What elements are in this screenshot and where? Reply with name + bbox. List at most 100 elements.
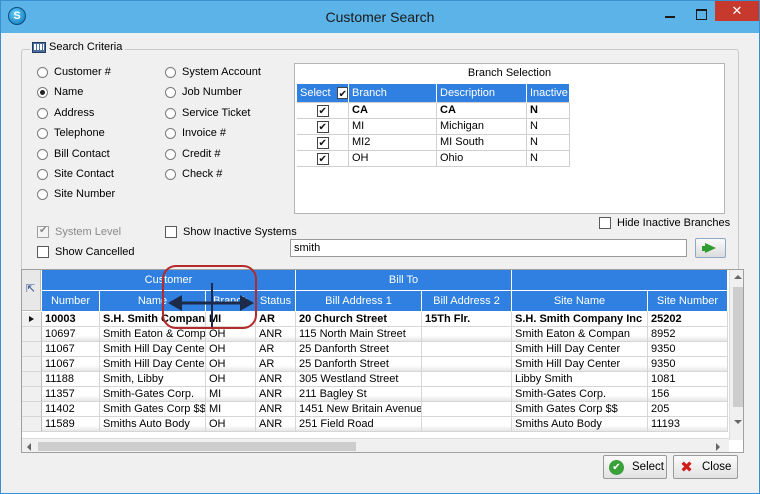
branch-checkbox[interactable] — [316, 136, 329, 150]
radio-circle[interactable] — [165, 127, 176, 139]
scroll-thumb[interactable] — [733, 287, 743, 407]
branch-select-cell[interactable] — [297, 103, 349, 119]
bill-address-1-cell: 251 Field Road — [296, 417, 422, 432]
branch-row[interactable]: MI2 MI South N — [297, 135, 570, 151]
vertical-scrollbar[interactable] — [729, 270, 743, 440]
radio-circle[interactable] — [37, 127, 48, 139]
row-header[interactable] — [22, 402, 42, 417]
horizontal-scrollbar[interactable] — [22, 438, 729, 452]
row-header[interactable] — [22, 327, 42, 342]
column-header-bill-address-2[interactable]: Bill Address 2 — [422, 291, 512, 311]
dialog-body: Search Criteria Customer # Name Address … — [9, 33, 751, 487]
scroll-down-icon[interactable] — [734, 420, 742, 424]
table-row[interactable]: 11188 Smith, Libby OH ANR 305 Westland Stree… — [22, 372, 728, 387]
radio-circle[interactable] — [37, 168, 48, 180]
branch-row[interactable]: CA CA N — [297, 103, 570, 119]
radio-site-contact[interactable]: Site Contact — [37, 167, 114, 181]
system-level-checkbox[interactable]: System Level — [37, 225, 121, 239]
select-all-checkbox[interactable] — [336, 86, 348, 102]
close-window-button[interactable]: ✕ — [715, 1, 759, 21]
column-header-branch[interactable]: Branch — [349, 84, 437, 103]
radio-circle[interactable] — [37, 107, 48, 119]
branch-row[interactable]: OH Ohio N — [297, 151, 570, 167]
branch-cell: MI — [206, 402, 256, 417]
column-header-bill-address-1[interactable]: Bill Address 1 — [296, 291, 422, 311]
row-header[interactable] — [22, 357, 42, 372]
column-header-select[interactable]: Select — [297, 84, 349, 103]
radio-name[interactable]: Name — [37, 85, 83, 99]
table-row[interactable]: 11402 Smith Gates Corp $$ MI ANR 1451 New Br… — [22, 402, 728, 417]
scroll-up-icon[interactable] — [734, 275, 742, 279]
number-cell: 10697 — [42, 327, 100, 342]
radio-customer-number[interactable]: Customer # — [37, 65, 111, 79]
branch-select-cell[interactable] — [297, 135, 349, 151]
branch-cell: OH — [206, 417, 256, 432]
radio-circle[interactable] — [165, 107, 176, 119]
radio-invoice-number[interactable]: Invoice # — [165, 126, 226, 140]
radio-system-account[interactable]: System Account — [165, 65, 261, 79]
table-row[interactable]: 11589 Smiths Auto Body OH ANR 251 Field Road… — [22, 417, 728, 432]
table-row[interactable]: 10697 Smith Eaton & Comp OH ANR 115 North Ma… — [22, 327, 728, 342]
scroll-right-icon[interactable] — [716, 443, 720, 451]
radio-service-ticket[interactable]: Service Ticket — [165, 106, 250, 120]
row-header[interactable] — [22, 417, 42, 432]
checkbox-box[interactable] — [599, 217, 611, 229]
row-header[interactable] — [22, 342, 42, 357]
radio-circle[interactable] — [37, 86, 48, 98]
minimize-button[interactable] — [655, 5, 685, 27]
column-header-number[interactable]: Number — [42, 291, 100, 311]
radio-circle[interactable] — [165, 86, 176, 98]
site-name-cell: Smith Hill Day Center — [512, 357, 648, 372]
show-inactive-systems-checkbox[interactable]: Show Inactive Systems — [165, 225, 297, 239]
column-header-status[interactable]: Status — [256, 291, 296, 311]
checkbox-box[interactable] — [37, 246, 49, 258]
radio-circle[interactable] — [165, 66, 176, 78]
radio-bill-contact[interactable]: Bill Contact — [37, 147, 110, 161]
branch-select-cell[interactable] — [297, 119, 349, 135]
bill-address-1-cell: 25 Danforth Street — [296, 357, 422, 372]
column-header-description[interactable]: Description — [437, 84, 527, 103]
bill-address-2-cell — [422, 417, 512, 432]
row-header[interactable] — [22, 372, 42, 387]
number-cell: 11589 — [42, 417, 100, 432]
radio-credit-number[interactable]: Credit # — [165, 147, 221, 161]
radio-circle[interactable] — [165, 168, 176, 180]
show-cancelled-checkbox[interactable]: Show Cancelled — [37, 245, 135, 259]
column-header-site-number[interactable]: Site Number — [648, 291, 728, 311]
column-header-inactive[interactable]: Inactive — [527, 84, 570, 103]
status-cell: AR — [256, 357, 296, 372]
hide-inactive-branches-checkbox[interactable]: Hide Inactive Branches — [599, 216, 730, 230]
radio-job-number[interactable]: Job Number — [165, 85, 242, 99]
branch-row[interactable]: MI Michigan N — [297, 119, 570, 135]
inactive-cell: N — [527, 151, 570, 167]
radio-check-number[interactable]: Check # — [165, 167, 222, 181]
close-button[interactable]: ✖ Close — [673, 455, 738, 479]
scroll-thumb[interactable] — [38, 442, 356, 451]
radio-circle[interactable] — [37, 188, 48, 200]
table-row[interactable]: 11357 Smith-Gates Corp. MI ANR 211 Bagley St… — [22, 387, 728, 402]
radio-address[interactable]: Address — [37, 106, 94, 120]
search-input[interactable]: smith — [290, 239, 687, 257]
radio-circle[interactable] — [37, 66, 48, 78]
column-chooser-icon[interactable] — [22, 270, 41, 311]
scroll-left-icon[interactable] — [27, 443, 31, 451]
checkbox-box[interactable] — [165, 226, 177, 238]
current-row-indicator-icon[interactable] — [22, 312, 42, 327]
checkbox-box[interactable] — [37, 225, 49, 238]
row-header[interactable] — [22, 387, 42, 402]
radio-circle[interactable] — [165, 148, 176, 160]
radio-circle[interactable] — [37, 148, 48, 160]
search-go-button[interactable] — [695, 238, 726, 258]
column-header-site-name[interactable]: Site Name — [512, 291, 648, 311]
radio-telephone[interactable]: Telephone — [37, 126, 105, 140]
table-row[interactable]: 11067 Smith Hill Day Center OH AR 25 Danfort… — [22, 357, 728, 372]
maximize-button[interactable] — [687, 5, 715, 27]
branch-checkbox[interactable] — [316, 152, 329, 166]
radio-site-number[interactable]: Site Number — [37, 187, 115, 201]
branch-checkbox[interactable] — [316, 104, 329, 118]
select-button[interactable]: ✔ Select — [603, 455, 667, 479]
branch-select-cell[interactable] — [297, 151, 349, 167]
table-row[interactable]: 10003 S.H. Smith Compan... MI AR 20 Church S… — [22, 312, 728, 327]
branch-checkbox[interactable] — [316, 120, 329, 134]
table-row[interactable]: 11067 Smith Hill Day Center OH AR 25 Danfort… — [22, 342, 728, 357]
